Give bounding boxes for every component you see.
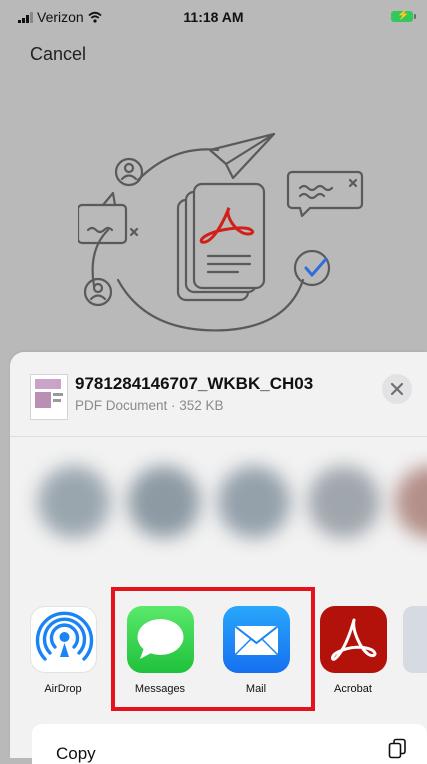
checkmark-icon [304,257,328,277]
contact-avatar[interactable] [38,466,110,538]
divider [10,436,427,437]
file-meta: PDF Document · 352 KB [75,398,224,413]
copy-icon [388,738,406,759]
close-icon [390,382,404,396]
copy-label: Copy [56,744,96,763]
app-acrobat[interactable]: Acrobat [314,606,392,695]
contact-avatar[interactable] [128,466,200,538]
share-illustration [78,132,364,332]
app-label: AirDrop [44,683,82,695]
arc-left [91,228,110,288]
arc-top [136,148,220,182]
contact-avatar[interactable] [218,466,290,538]
airdrop-icon [29,606,97,673]
copy-action-row[interactable]: Copy [32,724,427,764]
acrobat-icon [319,606,387,673]
file-header: 9781284146707_WKBK_CH03 PDF Document · 3… [10,352,427,436]
contact-avatar[interactable] [308,466,380,538]
cancel-button[interactable]: Cancel [30,44,86,65]
more-app-icon[interactable] [403,606,427,673]
app-label: Acrobat [334,683,372,695]
contact-suggestions-row [10,442,427,562]
file-name: 9781284146707_WKBK_CH03 [75,374,314,393]
close-button[interactable] [382,374,412,404]
status-bar: Verizon 11:18 AM ⚡ [0,0,427,36]
app-airdrop[interactable]: AirDrop [24,606,102,695]
status-time: 11:18 AM [183,9,244,25]
contact-avatar[interactable] [395,466,427,538]
battery-icon: ⚡ [391,10,416,22]
highlight-box [111,587,315,711]
file-thumbnail [30,374,68,420]
